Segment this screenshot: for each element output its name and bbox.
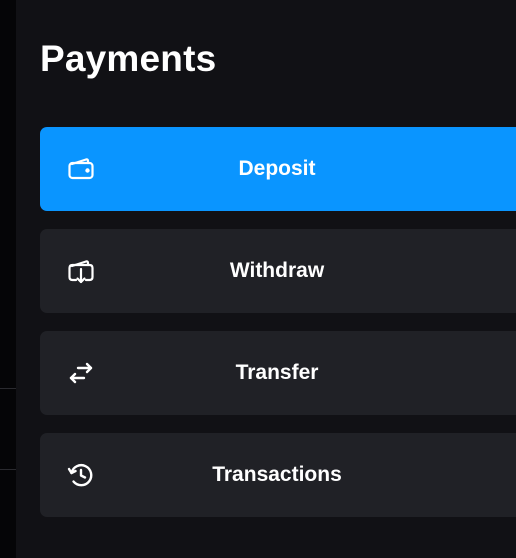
divider-line	[0, 388, 16, 389]
payments-menu: Deposit Withdraw Transfer Transactions	[40, 127, 516, 535]
payments-panel: Payments Deposit Withdraw Transfer Trans…	[16, 0, 516, 558]
wallet-download-icon	[64, 254, 98, 288]
deposit-label: Deposit	[238, 157, 316, 180]
background-left-strip	[0, 0, 16, 558]
withdraw-label: Withdraw	[229, 259, 325, 282]
wallet-icon	[64, 152, 98, 186]
transactions-label: Transactions	[212, 463, 342, 486]
divider-line	[0, 469, 16, 470]
deposit-button[interactable]: Deposit	[40, 127, 516, 211]
page-title: Payments	[40, 38, 217, 79]
transfer-arrows-icon	[64, 356, 98, 390]
transfer-button[interactable]: Transfer	[40, 331, 516, 415]
withdraw-button[interactable]: Withdraw	[40, 229, 516, 313]
transactions-button[interactable]: Transactions	[40, 433, 516, 517]
transfer-label: Transfer	[235, 361, 319, 384]
history-icon	[64, 458, 98, 492]
